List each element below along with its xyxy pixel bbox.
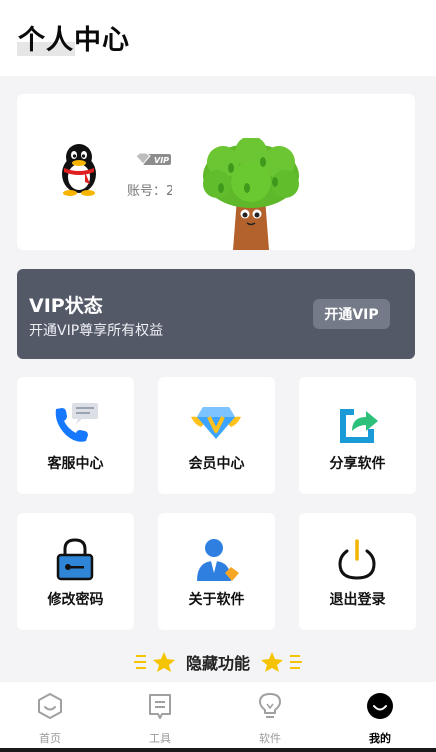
account-text: 账号：2 — [127, 184, 172, 199]
tile-label: 修改密码 — [47, 592, 104, 608]
share-icon — [340, 409, 378, 443]
tab-label: 软件 — [259, 732, 281, 745]
tools-doc-icon — [149, 694, 171, 719]
lock-icon — [56, 538, 94, 581]
vip-status-subtitle: 开通VIP尊享所有权益 — [29, 323, 164, 339]
tile-logout[interactable]: 退出登录 — [299, 513, 416, 630]
tab-label: 首页 — [39, 732, 61, 745]
tab-label: 工具 — [149, 732, 171, 745]
tile-change-password[interactable]: 修改密码 — [17, 513, 134, 630]
tile-member-center[interactable]: 会员中心 — [158, 377, 275, 494]
tile-label: 客服中心 — [47, 456, 104, 472]
bottom-edge — [0, 748, 436, 752]
tile-label: 分享软件 — [329, 456, 386, 472]
page-header: 个人中心 — [0, 0, 436, 76]
qq-penguin-icon[interactable] — [55, 142, 103, 196]
power-icon — [338, 539, 376, 580]
page-title: 个人中心 — [18, 25, 130, 56]
tab-software[interactable]: 软件 — [240, 690, 300, 746]
bulb-icon — [259, 693, 281, 718]
hidden-feature-button[interactable]: 隐藏功能 — [0, 648, 436, 676]
tile-share-software[interactable]: 分享软件 — [299, 377, 416, 494]
tile-label: 会员中心 — [188, 456, 245, 472]
hidden-feature-label: 隐藏功能 — [185, 654, 250, 673]
home-hexagon-icon — [38, 693, 62, 719]
tab-mine[interactable]: 我的 — [350, 690, 410, 746]
vip-status-card: VIP状态 开通VIP尊享所有权益 开通VIP — [17, 269, 415, 359]
vip-status-title: VIP状态 — [29, 295, 103, 317]
profile-card[interactable]: VIP 账号：2 — [17, 94, 415, 250]
tile-label: 关于软件 — [188, 592, 245, 608]
tile-customer-service[interactable]: 客服中心 — [17, 377, 134, 494]
tile-about-software[interactable]: 关于软件 — [158, 513, 275, 630]
bottom-tab-bar: 首页 工具 软件 我的 — [0, 682, 436, 748]
customer-service-icon — [55, 403, 98, 442]
tile-label: 退出登录 — [329, 592, 386, 608]
member-diamond-icon — [191, 407, 241, 439]
tree-mascot-icon — [203, 138, 299, 250]
about-person-icon — [197, 539, 239, 581]
tab-home[interactable]: 首页 — [20, 690, 80, 746]
star-right-icon — [261, 652, 302, 672]
vip-badge-text: VIP — [154, 156, 169, 165]
tab-label: 我的 — [369, 732, 391, 745]
star-left-icon — [133, 652, 175, 672]
tab-tools[interactable]: 工具 — [130, 690, 190, 746]
open-vip-button[interactable]: 开通VIP — [313, 299, 390, 329]
vip-badge-icon: VIP — [135, 152, 171, 165]
profile-smile-icon — [367, 693, 393, 719]
